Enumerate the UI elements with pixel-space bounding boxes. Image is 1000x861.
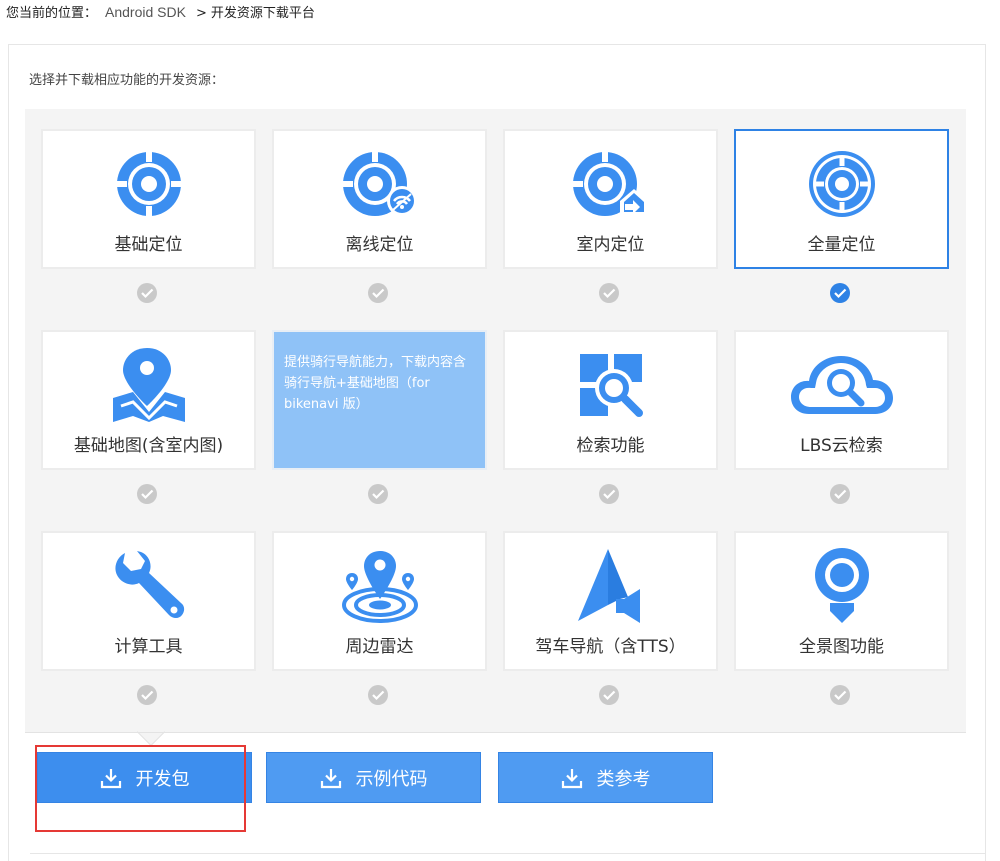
- tile-car-navigation[interactable]: 驾车导航（含TTS）: [503, 531, 718, 671]
- tile-search-function[interactable]: 检索功能: [503, 330, 718, 470]
- car-navigation-icon: [505, 549, 716, 623]
- button-label: 类参考: [596, 768, 651, 790]
- check-icon[interactable]: [137, 484, 157, 504]
- tile-label: 基础定位: [114, 235, 183, 255]
- section-divider: [25, 732, 966, 733]
- panel-title: 选择并下载相应功能的开发资源：: [29, 73, 225, 88]
- breadcrumb-sdk-link[interactable]: Android SDK: [105, 4, 186, 20]
- check-selected-icon[interactable]: [830, 283, 850, 303]
- tile-label: 计算工具: [114, 637, 183, 657]
- basic-map-icon: [43, 348, 254, 422]
- tile-label: 室内定位: [576, 235, 645, 255]
- tile-label: 驾车导航（含TTS）: [535, 637, 686, 657]
- breadcrumb-separator: >: [195, 6, 207, 21]
- feature-grid: 基础定位 离线定位 室内定位 全量定位 基础地图(含室内图) 提供骑行导航能力，…: [25, 109, 966, 732]
- check-icon[interactable]: [599, 283, 619, 303]
- tile-label: LBS云检索: [800, 436, 883, 456]
- full-location-icon: [736, 149, 947, 219]
- tile-label: 全景图功能: [799, 637, 884, 657]
- download-sample-code-button[interactable]: 示例代码: [266, 752, 481, 803]
- bottom-divider: [30, 853, 986, 854]
- tile-indoor-location[interactable]: 室内定位: [503, 129, 718, 269]
- check-icon[interactable]: [368, 283, 388, 303]
- download-icon: [561, 768, 582, 788]
- tile-lbs-cloud-search[interactable]: LBS云检索: [734, 330, 949, 470]
- tile-label: 周边雷达: [345, 637, 414, 657]
- tile-label: 检索功能: [576, 436, 645, 456]
- tile-basic-map[interactable]: 基础地图(含室内图): [41, 330, 256, 470]
- search-function-icon: [505, 350, 716, 420]
- tile-bike-navigation[interactable]: 提供骑行导航能力，下载内容含骑行导航+基础地图（for bikenavi 版）: [272, 330, 487, 470]
- tile-label: 全量定位: [807, 235, 876, 255]
- check-icon[interactable]: [137, 283, 157, 303]
- breadcrumb: 您当前的位置： Android SDK > 开发资源下载平台: [6, 2, 315, 21]
- check-icon[interactable]: [599, 685, 619, 705]
- tile-calc-tools[interactable]: 计算工具: [41, 531, 256, 671]
- download-icon: [320, 768, 341, 788]
- check-icon[interactable]: [599, 484, 619, 504]
- breadcrumb-current: 开发资源下载平台: [210, 6, 315, 21]
- radar-icon: [274, 551, 485, 623]
- check-icon[interactable]: [830, 484, 850, 504]
- offline-location-icon: [274, 149, 485, 219]
- check-icon[interactable]: [368, 685, 388, 705]
- check-icon[interactable]: [137, 685, 157, 705]
- tile-panorama[interactable]: 全景图功能: [734, 531, 949, 671]
- tile-label: 基础地图(含室内图): [73, 436, 224, 456]
- breadcrumb-prefix: 您当前的位置：: [6, 6, 98, 21]
- button-label: 示例代码: [355, 768, 428, 790]
- panorama-icon: [736, 548, 947, 623]
- download-panel: 选择并下载相应功能的开发资源： 基础定位 离线定位 室内定位 全量定位 基础地图…: [8, 44, 986, 861]
- tile-basic-location[interactable]: 基础定位: [41, 129, 256, 269]
- check-icon[interactable]: [830, 685, 850, 705]
- download-class-reference-button[interactable]: 类参考: [498, 752, 713, 803]
- tile-description: 提供骑行导航能力，下载内容含骑行导航+基础地图（for bikenavi 版）: [284, 355, 467, 412]
- tile-label: 离线定位: [345, 235, 414, 255]
- tile-full-location[interactable]: 全量定位: [734, 129, 949, 269]
- tile-offline-location[interactable]: 离线定位: [272, 129, 487, 269]
- check-icon[interactable]: [368, 484, 388, 504]
- indoor-location-icon: [505, 149, 716, 219]
- wrench-icon: [43, 551, 254, 621]
- lbs-cloud-search-icon: [736, 350, 947, 420]
- tile-nearby-radar[interactable]: 周边雷达: [272, 531, 487, 671]
- annotation-highlight-box: [35, 745, 246, 832]
- basic-location-icon: [43, 149, 254, 219]
